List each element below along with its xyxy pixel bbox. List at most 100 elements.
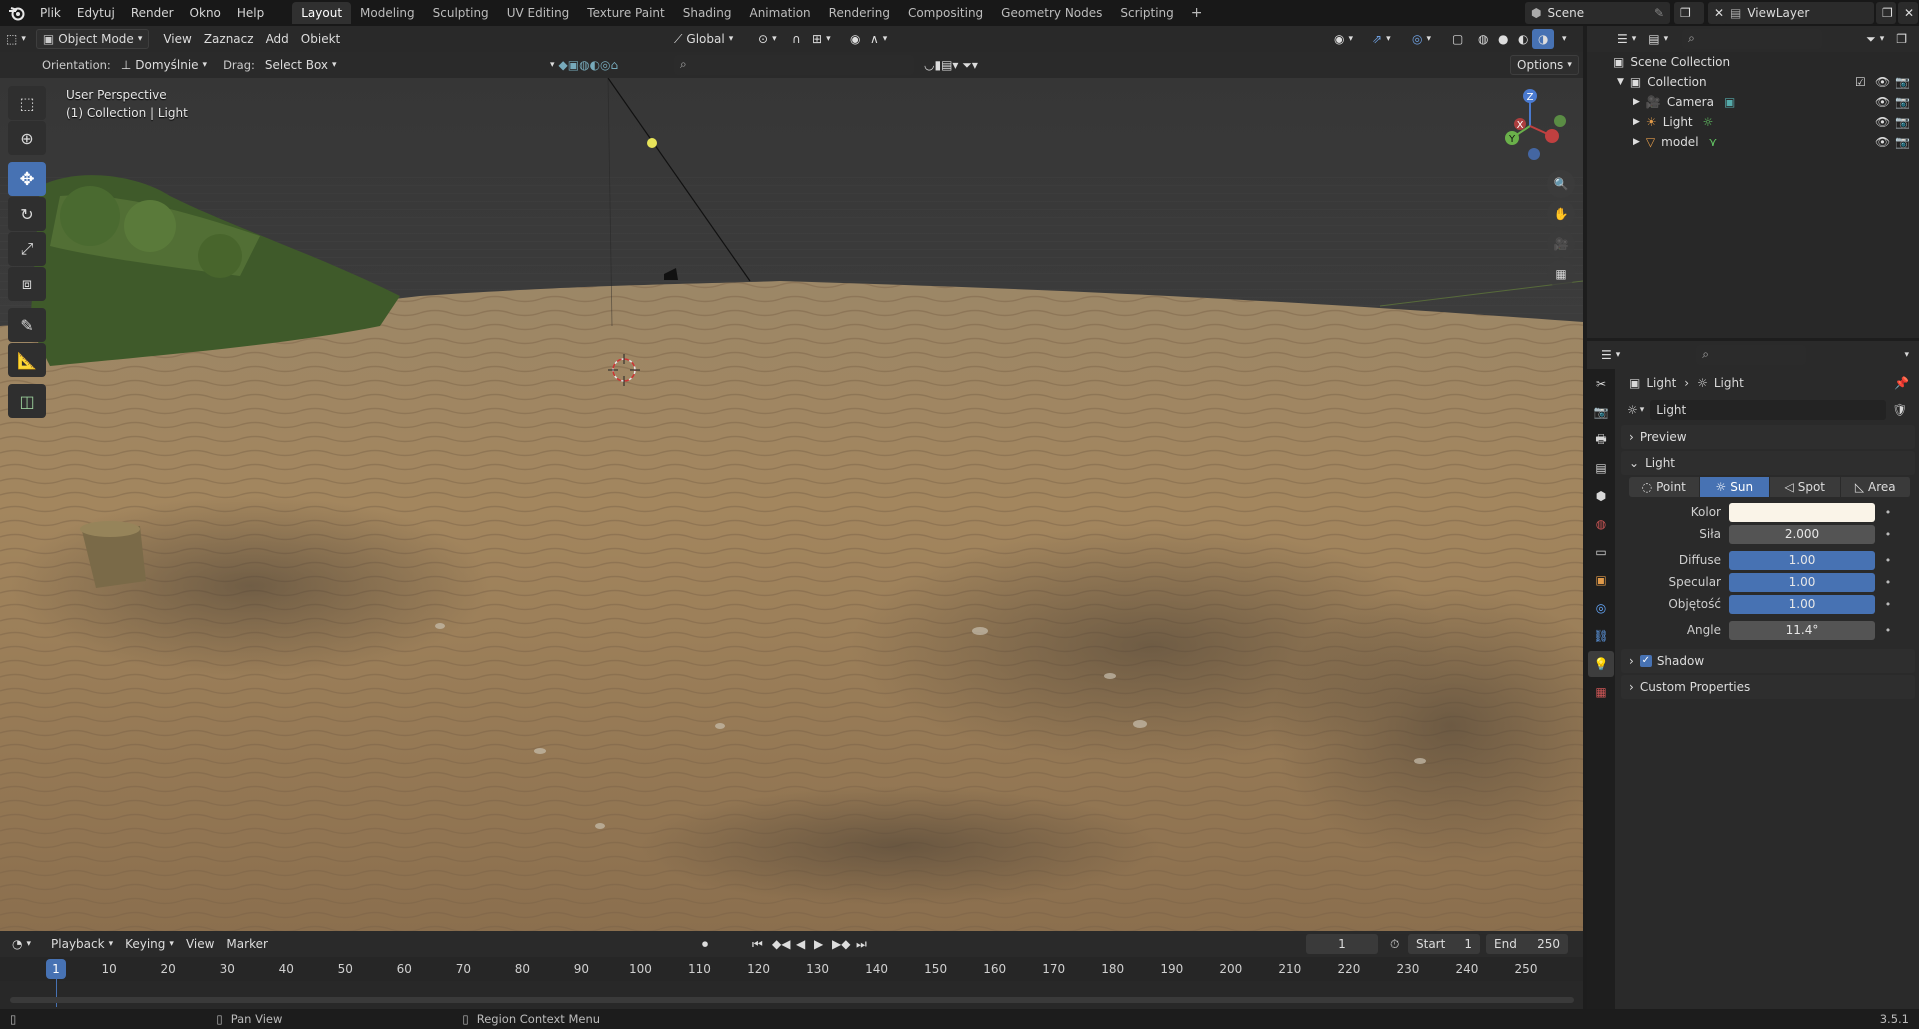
new-collection-button[interactable]: ❐ (1890, 29, 1913, 49)
camera-render-icon[interactable]: 📷 (1895, 115, 1910, 129)
shading-options-button[interactable]: ▾ (1556, 29, 1573, 49)
light-type-spot[interactable]: ◁ Spot (1770, 477, 1841, 497)
tab-modeling[interactable]: Modeling (351, 2, 424, 24)
eye-icon[interactable]: 👁 (1875, 75, 1890, 89)
select-box-tool[interactable]: ⬚ (8, 86, 46, 120)
specular-slider[interactable]: 1.00 (1729, 572, 1875, 592)
annotate-tool[interactable]: ✎ (8, 308, 46, 342)
menu-edit[interactable]: Edytuj (69, 2, 123, 24)
tab-geometry-nodes[interactable]: Geometry Nodes (992, 2, 1111, 24)
editor-type-button[interactable]: ⬚ ▾ (0, 29, 32, 49)
outliner-item-light[interactable]: ▶ ☀ Light ☼ 👁 📷 (1587, 112, 1919, 132)
tab-texture[interactable]: ▦ (1588, 679, 1614, 705)
panel-preview[interactable]: › Preview (1621, 425, 1915, 449)
move-tool[interactable]: ✥ (8, 162, 46, 196)
timeline-editor-type-button[interactable]: ◔ ▾ (6, 934, 37, 954)
end-frame-field[interactable]: End 250 (1486, 934, 1568, 954)
mode-selector[interactable]: ▣ Object Mode ▾ (35, 29, 150, 49)
cursor-tool[interactable]: ⊕ (8, 121, 46, 155)
keyframe-dot[interactable]: • (1881, 528, 1895, 541)
scene-selector[interactable]: ⬢ Scene ✎ (1525, 2, 1670, 24)
new-scene-button[interactable]: ❐ (1674, 2, 1704, 24)
tab-constraints[interactable]: ⛓ (1588, 623, 1614, 649)
tab-layout[interactable]: Layout (292, 2, 352, 24)
keyframe-dot[interactable]: • (1881, 576, 1895, 589)
new-viewlayer-button[interactable]: ❐ (1876, 2, 1896, 24)
diffuse-slider[interactable]: 1.00 (1729, 550, 1875, 570)
camera-render-icon[interactable]: 📷 (1895, 75, 1910, 89)
zoom-button[interactable]: 🔍 (1547, 170, 1575, 198)
camera-render-icon[interactable]: 📷 (1895, 135, 1910, 149)
shadow-checkbox[interactable]: ✓ (1639, 655, 1652, 667)
menu-marker[interactable]: Marker (220, 934, 273, 954)
ortho-toggle-button[interactable]: ▦ (1547, 260, 1575, 288)
snap-target-button[interactable]: ⊞ ▾ (806, 29, 837, 49)
current-frame-field[interactable]: 1 (1306, 934, 1378, 954)
outliner-scene-collection[interactable]: ▣ Scene Collection (1587, 52, 1919, 72)
pivot-point-button[interactable]: ⊙ ▾ (752, 29, 783, 49)
visibility-button[interactable]: ◉ ▾ (1328, 29, 1359, 49)
light-type-point[interactable]: ◌ Point (1629, 477, 1700, 497)
transform-tool[interactable]: ⧈ (8, 267, 46, 301)
viewport-search-input[interactable]: ⌕ (674, 55, 914, 75)
tab-scripting[interactable]: Scripting (1111, 2, 1182, 24)
jump-end-button[interactable]: ⏭ (850, 934, 873, 954)
keyframe-dot[interactable]: • (1881, 598, 1895, 611)
start-frame-field[interactable]: Start 1 (1408, 934, 1480, 954)
tab-shading[interactable]: Shading (674, 2, 741, 24)
navigation-gizmo[interactable]: Z Y X (1490, 86, 1570, 166)
timeline-scrollbar[interactable] (10, 997, 1574, 1003)
tab-view-layer[interactable]: ▤ (1588, 455, 1614, 481)
menu-window[interactable]: Okno (182, 2, 229, 24)
viewlayer-selector[interactable]: ▤ ViewLayer (1724, 2, 1874, 24)
camera-view-button[interactable]: 🎥 (1547, 230, 1575, 258)
tab-output[interactable]: 🖶 (1588, 427, 1614, 453)
overlays-toggle-button[interactable]: ◎ ▾ (1406, 29, 1437, 49)
sun-icon[interactable]: ☼ (1627, 403, 1638, 417)
eye-icon[interactable]: 👁 (1875, 115, 1890, 129)
properties-editor-type-button[interactable]: ☰ ▾ (1595, 345, 1626, 365)
display-mode-button[interactable]: ▤ ▾ (1642, 29, 1674, 49)
panel-shadow[interactable]: › ✓ Shadow (1621, 649, 1915, 673)
menu-view[interactable]: View (157, 29, 197, 49)
snap-toggle-button[interactable]: ∩ (786, 29, 807, 49)
tab-animation[interactable]: Animation (740, 2, 819, 24)
blender-logo-icon[interactable] (6, 2, 28, 24)
menu-file[interactable]: Plik (32, 2, 69, 24)
menu-select[interactable]: Zaznacz (198, 29, 260, 49)
outliner-collection[interactable]: ▼ ▣ Collection ☑ 👁 📷 (1587, 72, 1919, 92)
pin-icon[interactable]: 📌 (1894, 376, 1909, 390)
outliner-search-input[interactable]: ⌕ (1682, 29, 1823, 49)
menu-object[interactable]: Obiekt (295, 29, 346, 49)
properties-search-input[interactable]: ⌕ (1696, 345, 1807, 365)
falloff-button[interactable]: ∧ ▾ (864, 29, 893, 49)
color-swatch[interactable] (1729, 502, 1875, 522)
fake-user-shield-icon[interactable]: 🛡 (1892, 403, 1907, 417)
tab-light-data[interactable]: 💡 (1588, 651, 1614, 677)
volume-slider[interactable]: 1.00 (1729, 594, 1875, 614)
tab-render[interactable]: 📷 (1588, 399, 1614, 425)
outliner-editor-type-button[interactable]: ☰ ▾ (1611, 29, 1642, 49)
tab-tool[interactable]: ✂ (1588, 371, 1614, 397)
menu-playback[interactable]: Playback ▾ (45, 934, 119, 954)
delete-viewlayer-button[interactable]: ✕ (1898, 2, 1918, 24)
tab-compositing[interactable]: Compositing (899, 2, 992, 24)
gizmo-toggle-button[interactable]: ⇗ ▾ (1366, 29, 1397, 49)
outliner-item-model[interactable]: ▶ ▽ model ⋎ 👁 📷 (1587, 132, 1919, 152)
3d-viewport[interactable]: ⬚ ▾ ▣ Object Mode ▾ View Zaznacz Add Obie… (0, 26, 1583, 931)
add-workspace-button[interactable]: + (1183, 5, 1211, 21)
xray-toggle-button[interactable]: ▢ (1446, 29, 1469, 49)
chevron-down-icon[interactable]: ▾ (1904, 350, 1909, 360)
selectability-button[interactable]: ▾ ◆▣◍◐◎⌂ (544, 55, 624, 75)
keyframe-dot[interactable]: • (1881, 506, 1895, 519)
pin-icon[interactable]: ✎ (1654, 6, 1664, 20)
strength-field[interactable]: 2.000 (1729, 524, 1875, 544)
light-type-area[interactable]: ◺ Area (1840, 477, 1911, 497)
menu-render[interactable]: Render (123, 2, 182, 24)
light-type-sun[interactable]: ☼ Sun (1699, 477, 1770, 497)
menu-timeline-view[interactable]: View (180, 934, 220, 954)
eye-icon[interactable]: 👁 (1875, 95, 1890, 109)
scale-tool[interactable]: ⤢ (8, 232, 46, 266)
add-cube-tool[interactable]: ◫ (8, 384, 46, 418)
eye-icon[interactable]: 👁 (1875, 135, 1890, 149)
